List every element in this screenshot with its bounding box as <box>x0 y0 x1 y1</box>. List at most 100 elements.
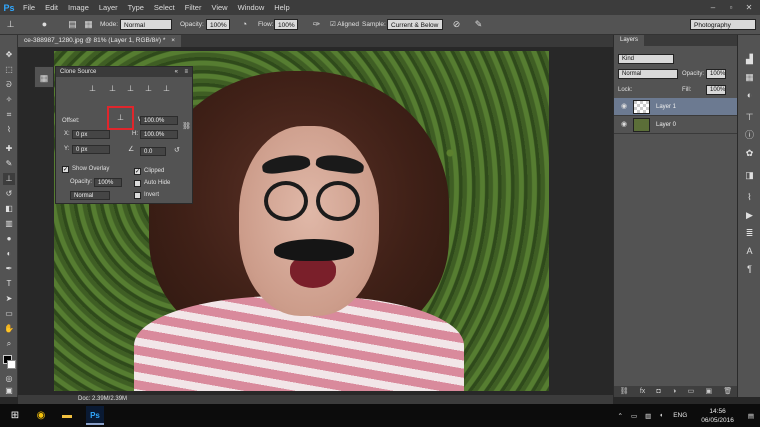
lasso-icon[interactable]: ᘐ <box>3 79 15 91</box>
path-select-icon[interactable]: ➤ <box>3 293 15 305</box>
minimize-icon[interactable]: – <box>704 0 722 15</box>
mode-select[interactable]: Normal <box>120 19 172 30</box>
adjustment-layer-icon[interactable]: ◑ <box>672 386 676 397</box>
layer-opacity-field[interactable]: 100% <box>706 69 726 79</box>
styles-icon[interactable]: ✿ <box>743 147 756 160</box>
healing-icon[interactable]: ✚ <box>3 143 15 155</box>
x-field[interactable]: 0 px <box>72 130 110 139</box>
menu-window[interactable]: Window <box>233 0 270 15</box>
pressure-opacity-icon[interactable]: ◔ <box>238 18 251 31</box>
visibility-eye-icon[interactable]: ◉ <box>619 102 629 112</box>
background-color[interactable] <box>7 360 16 369</box>
clone-source-panel-icon[interactable]: ▦ <box>82 18 95 31</box>
tray-chevron-icon[interactable]: ⌃ <box>614 412 627 420</box>
menu-image[interactable]: Image <box>63 0 94 15</box>
collapse-icon[interactable]: « <box>175 67 178 77</box>
eraser-icon[interactable]: ◧ <box>3 203 15 215</box>
blur-icon[interactable]: ● <box>3 233 15 245</box>
layer-style-icon[interactable]: fx <box>640 386 645 397</box>
width-field[interactable]: 100.0% <box>140 116 178 125</box>
crop-icon[interactable]: ⌗ <box>3 109 15 121</box>
eyedropper-icon[interactable]: ⌇ <box>3 124 15 136</box>
windows-start-icon[interactable]: ⊞ <box>6 406 24 425</box>
notification-icon[interactable]: ▭ <box>627 412 641 420</box>
layer-row[interactable]: ◉ Layer 1 <box>614 98 738 116</box>
link-layers-icon[interactable]: ⛓ <box>620 386 629 397</box>
sample-select[interactable]: Current & Below <box>387 19 443 30</box>
paragraph-icon[interactable]: ¶ <box>743 263 756 276</box>
clipped-checkbox[interactable]: ✓ <box>134 168 141 175</box>
add-mask-icon[interactable]: ◘ <box>657 386 661 397</box>
layer-row[interactable]: ◉ Layer 0 <box>614 116 738 134</box>
clone-source-5-icon[interactable]: ⊥ <box>160 83 173 95</box>
y-field[interactable]: 0 px <box>72 145 110 154</box>
dodge-icon[interactable]: ◐ <box>3 248 15 260</box>
delete-layer-icon[interactable]: 🗑 <box>723 386 732 397</box>
move-icon[interactable]: ✥ <box>3 49 15 61</box>
navigator-icon[interactable]: ▦ <box>743 71 756 84</box>
menu-filter[interactable]: Filter <box>180 0 207 15</box>
overlay-opacity-field[interactable]: 100% <box>94 178 122 187</box>
collapsed-panel-icon[interactable]: ▦ <box>34 66 54 88</box>
photoshop-taskbar-icon[interactable]: Ps <box>86 406 104 425</box>
clone-source-2-icon[interactable]: ⊥ <box>106 83 119 95</box>
tab-close-icon[interactable]: × <box>171 37 175 44</box>
menu-view[interactable]: View <box>206 0 232 15</box>
pressure-size-icon[interactable]: ✎ <box>472 18 485 31</box>
show-overlay-checkbox[interactable]: ✓ <box>62 166 69 173</box>
screen-mode-icon[interactable]: ▣ <box>3 385 15 397</box>
properties-icon[interactable]: ⊤ <box>743 111 756 124</box>
new-layer-icon[interactable]: ▣ <box>705 386 712 397</box>
history-icon[interactable]: ≣ <box>743 227 756 240</box>
brush-icon[interactable]: ✎ <box>3 158 15 170</box>
character-icon[interactable]: A <box>743 245 756 258</box>
airbrush-icon[interactable]: ✑ <box>310 18 323 31</box>
new-group-icon[interactable]: ▭ <box>688 386 695 397</box>
layer-blend-select[interactable]: Normal <box>618 69 678 79</box>
aligned-checkbox[interactable]: ☑ Aligned <box>330 19 359 30</box>
menu-help[interactable]: Help <box>269 0 294 15</box>
marquee-icon[interactable]: ⬚ <box>3 64 15 76</box>
quick-select-icon[interactable]: ✧ <box>3 94 15 106</box>
brush-panel-icon[interactable]: ▤ <box>66 18 79 31</box>
link-icon[interactable]: ⛓ <box>182 122 191 130</box>
visibility-eye-icon[interactable]: ◉ <box>619 120 629 130</box>
maximize-icon[interactable]: ▫ <box>722 0 740 15</box>
clone-source-header[interactable]: Clone Source ≡ « <box>56 67 192 77</box>
shape-icon[interactable]: ▭ <box>3 308 15 320</box>
reset-transform-icon[interactable]: ↺ <box>174 146 180 154</box>
history-brush-icon[interactable]: ↺ <box>3 188 15 200</box>
adjustments-icon[interactable]: ◐ <box>743 89 756 102</box>
opacity-field[interactable]: 100% <box>206 19 230 30</box>
action-center-icon[interactable]: ▤ <box>742 412 760 420</box>
menu-file[interactable]: File <box>18 0 40 15</box>
auto-hide-checkbox[interactable] <box>134 180 141 187</box>
clone-source-3-icon[interactable]: ⊥ <box>124 83 137 95</box>
angle-field[interactable]: 0.0 <box>140 147 166 156</box>
clone-source-4-icon[interactable]: ⊥ <box>142 83 155 95</box>
close-icon[interactable]: ✕ <box>740 0 758 15</box>
file-explorer-icon[interactable]: ▬ <box>58 406 76 425</box>
gradient-icon[interactable]: ▥ <box>3 218 15 230</box>
menu-type[interactable]: Type <box>123 0 149 15</box>
brush-preset-icon[interactable]: ● <box>38 18 51 31</box>
ignore-adjustment-icon[interactable]: ⊘ <box>450 18 463 31</box>
clone-stamp-icon[interactable]: ⊥ <box>3 173 15 185</box>
type-icon[interactable]: T <box>3 278 15 290</box>
clock[interactable]: 14:56 06/05/2016 <box>693 407 742 425</box>
invert-checkbox[interactable] <box>134 192 141 199</box>
zoom-icon[interactable]: ⌕ <box>3 338 15 350</box>
clone-stamp-preset-icon[interactable]: ⊥ <box>4 18 17 31</box>
menu-select[interactable]: Select <box>149 0 180 15</box>
panel-menu-icon[interactable]: ≡ <box>184 67 188 77</box>
menu-edit[interactable]: Edit <box>40 0 63 15</box>
info-icon[interactable]: ⓘ <box>743 129 756 142</box>
hand-icon[interactable]: ✋ <box>3 323 15 335</box>
chrome-icon[interactable]: ◉ <box>32 406 50 425</box>
quick-mask-icon[interactable]: ◎ <box>3 373 15 385</box>
clone-source-1-icon[interactable]: ⊥ <box>86 83 99 95</box>
layer-name[interactable]: Layer 0 <box>656 116 676 134</box>
network-icon[interactable]: ▥ <box>641 412 655 420</box>
actions-icon[interactable]: ▶ <box>743 209 756 222</box>
pen-icon[interactable]: ✒ <box>3 263 15 275</box>
